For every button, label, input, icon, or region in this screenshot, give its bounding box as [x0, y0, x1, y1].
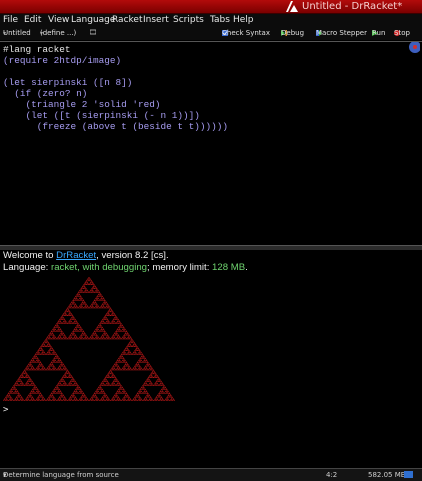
file-name-label: Untitled: [3, 29, 31, 37]
welcome-line: Welcome to DrRacket, version 8.2 [cs].: [3, 250, 169, 262]
welcome-suffix: , version 8.2 [cs].: [96, 250, 169, 261]
sierpinski-image: [3, 277, 175, 401]
menu-bar: File Edit View Language Racket Insert Sc…: [0, 14, 422, 27]
menu-racket[interactable]: Racket: [112, 14, 142, 27]
language-value: racket, with debugging: [51, 262, 148, 273]
menu-file[interactable]: File: [3, 14, 18, 27]
repl-prompt[interactable]: >: [3, 404, 8, 416]
chevron-down-icon: ▾: [3, 30, 7, 37]
interactions-pane[interactable]: Welcome to DrRacket, version 8.2 [cs]. L…: [0, 250, 422, 466]
menu-language[interactable]: Language: [71, 14, 115, 27]
menu-insert[interactable]: Insert: [143, 14, 169, 27]
language-prefix: Language:: [3, 262, 52, 273]
language-selector-label: Determine language from source: [3, 471, 119, 479]
debug-label: Debug: [281, 29, 305, 37]
title-bar: Untitled - DrRacket*: [0, 0, 422, 14]
stop-label: Stop: [394, 29, 410, 37]
memory-prefix: ; memory limit:: [147, 262, 213, 273]
run-label: Run: [372, 29, 386, 37]
check-syntax-label: Check Syntax: [222, 29, 270, 37]
status-bar: Determine language from source ▾ 4:2 582…: [0, 468, 422, 481]
menu-help[interactable]: Help: [233, 14, 254, 27]
code-line-2: (require 2htdp/image): [3, 55, 122, 66]
racket-logo-icon: [286, 1, 298, 12]
window-title: Untitled - DrRacket*: [302, 1, 403, 12]
welcome-prefix: Welcome to: [3, 250, 57, 261]
menu-scripts[interactable]: Scripts: [173, 14, 204, 27]
scroll-corner-icon: [409, 42, 420, 53]
code-line-5: (if (zero? n): [3, 88, 88, 99]
chevron-down-icon: ▾: [40, 30, 44, 37]
menu-tabs[interactable]: Tabs: [210, 14, 230, 27]
menu-view[interactable]: View: [48, 14, 69, 27]
drracket-link[interactable]: DrRacket: [56, 250, 96, 261]
code-line-7: (let ([t (sierpinski (- n 1))]): [3, 110, 200, 121]
definitions-editor[interactable]: #lang racket (require 2htdp/image) (let …: [0, 41, 422, 246]
debug-button[interactable]: Debug: [281, 27, 304, 40]
cursor-position: 4:2: [326, 471, 338, 479]
check-syntax-button[interactable]: Check Syntax: [222, 27, 270, 40]
code-line-4: (let sierpinski ([n 8]): [3, 77, 133, 88]
save-icon[interactable]: [89, 27, 97, 40]
toolbar: Untitled ▾ (define ...) ▾ Check Syntax Deb…: [0, 27, 422, 40]
define-menu-label: (define ...): [40, 29, 77, 37]
stop-button[interactable]: Stop: [394, 27, 410, 40]
memory-usage[interactable]: 582.05 MB: [368, 469, 406, 481]
menu-edit[interactable]: Edit: [24, 14, 41, 27]
memory-value: 128 MB: [212, 262, 246, 273]
memory-suffix: .: [245, 262, 248, 273]
macro-stepper-label: Macro Stepper: [316, 29, 367, 37]
chevron-down-icon: ▾: [3, 471, 7, 479]
code-line-1: #lang racket: [3, 44, 71, 55]
run-button[interactable]: Run: [372, 27, 385, 40]
code-line-6: (triangle 2 'solid 'red): [3, 99, 161, 110]
code-area[interactable]: #lang racket (require 2htdp/image) (let …: [3, 44, 228, 132]
macro-stepper-button[interactable]: Macro Stepper: [316, 27, 367, 40]
code-line-8: (freeze (above t (beside t t)))))): [3, 121, 229, 132]
language-line: Language: racket, with debugging; memory…: [3, 262, 248, 274]
